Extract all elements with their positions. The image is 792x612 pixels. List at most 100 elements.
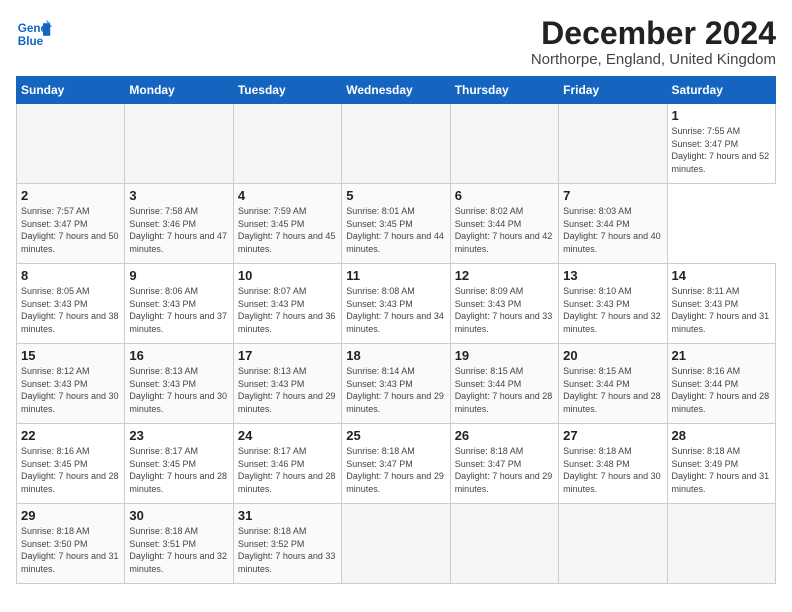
calendar-week-2: 8Sunrise: 8:05 AMSunset: 3:43 PMDaylight… — [17, 264, 776, 344]
day-number: 18 — [346, 348, 445, 363]
cell-info: Sunrise: 8:16 AMSunset: 3:45 PMDaylight:… — [21, 445, 120, 495]
day-cell-19: 19 Sunrise: 8:15 AMSunset: 3:44 PMDayligh… — [450, 344, 558, 424]
cell-info: Sunrise: 8:15 AMSunset: 3:44 PMDaylight:… — [455, 365, 554, 415]
day-cell-28: 28 Sunrise: 8:18 AMSunset: 3:49 PMDayligh… — [667, 424, 775, 504]
day-number: 2 — [21, 188, 120, 203]
cell-info: Sunrise: 8:10 AMSunset: 3:43 PMDaylight:… — [563, 285, 662, 335]
day-number: 22 — [21, 428, 120, 443]
logo-icon: General Blue — [16, 16, 52, 52]
cell-info: Sunrise: 8:18 AMSunset: 3:47 PMDaylight:… — [346, 445, 445, 495]
day-cell-14: 14 Sunrise: 8:11 AMSunset: 3:43 PMDayligh… — [667, 264, 775, 344]
day-cell-27: 27 Sunrise: 8:18 AMSunset: 3:48 PMDayligh… — [559, 424, 667, 504]
header: General Blue December 2024 Northorpe, En… — [16, 16, 776, 68]
day-cell-5: 5Sunrise: 8:01 AMSunset: 3:45 PMDaylight… — [342, 184, 450, 264]
day-number: 8 — [21, 268, 120, 283]
day-number: 29 — [21, 508, 120, 523]
empty-cell — [450, 104, 558, 184]
day-cell-20: 20 Sunrise: 8:15 AMSunset: 3:44 PMDayligh… — [559, 344, 667, 424]
location: Northorpe, England, United Kingdom — [531, 51, 776, 68]
cell-info: Sunrise: 8:11 AMSunset: 3:43 PMDaylight:… — [672, 285, 771, 335]
day-cell-30: 30Sunrise: 8:18 AMSunset: 3:51 PMDayligh… — [125, 504, 233, 584]
day-cell-31: 31 Sunrise: 8:18 AMSunset: 3:52 PMDayligh… — [233, 504, 341, 584]
day-header-monday: Monday — [125, 77, 233, 104]
day-number: 17 — [238, 348, 337, 363]
empty-cell — [342, 504, 450, 584]
calendar-week-0: 1Sunrise: 7:55 AMSunset: 3:47 PMDaylight… — [17, 104, 776, 184]
calendar-week-4: 22 Sunrise: 8:16 AMSunset: 3:45 PMDayligh… — [17, 424, 776, 504]
day-number: 10 — [238, 268, 337, 283]
cell-info: Sunrise: 8:07 AMSunset: 3:43 PMDaylight:… — [238, 285, 337, 335]
day-number: 1 — [672, 108, 771, 123]
cell-info: Sunrise: 7:59 AMSunset: 3:45 PMDaylight:… — [238, 205, 337, 255]
cell-info: Sunrise: 8:01 AMSunset: 3:45 PMDaylight:… — [346, 205, 445, 255]
calendar-week-3: 15 Sunrise: 8:12 AMSunset: 3:43 PMDayligh… — [17, 344, 776, 424]
day-number: 27 — [563, 428, 662, 443]
cell-info: Sunrise: 8:18 AMSunset: 3:47 PMDaylight:… — [455, 445, 554, 495]
day-number: 4 — [238, 188, 337, 203]
day-number: 23 — [129, 428, 228, 443]
cell-info: Sunrise: 8:17 AMSunset: 3:45 PMDaylight:… — [129, 445, 228, 495]
day-number: 31 — [238, 508, 337, 523]
logo: General Blue — [16, 16, 52, 52]
day-cell-22: 22 Sunrise: 8:16 AMSunset: 3:45 PMDayligh… — [17, 424, 125, 504]
day-cell-17: 17 Sunrise: 8:13 AMSunset: 3:43 PMDayligh… — [233, 344, 341, 424]
cell-info: Sunrise: 8:18 AMSunset: 3:48 PMDaylight:… — [563, 445, 662, 495]
cell-info: Sunrise: 8:18 AMSunset: 3:52 PMDaylight:… — [238, 525, 337, 575]
day-number: 19 — [455, 348, 554, 363]
day-number: 14 — [672, 268, 771, 283]
cell-info: Sunrise: 8:02 AMSunset: 3:44 PMDaylight:… — [455, 205, 554, 255]
empty-cell — [342, 104, 450, 184]
day-cell-21: 21Sunrise: 8:16 AMSunset: 3:44 PMDayligh… — [667, 344, 775, 424]
day-cell-26: 26 Sunrise: 8:18 AMSunset: 3:47 PMDayligh… — [450, 424, 558, 504]
day-number: 24 — [238, 428, 337, 443]
day-number: 15 — [21, 348, 120, 363]
day-number: 20 — [563, 348, 662, 363]
day-cell-15: 15 Sunrise: 8:12 AMSunset: 3:43 PMDayligh… — [17, 344, 125, 424]
day-cell-6: 6 Sunrise: 8:02 AMSunset: 3:44 PMDaylight… — [450, 184, 558, 264]
calendar-header-row: SundayMondayTuesdayWednesdayThursdayFrid… — [17, 77, 776, 104]
day-cell-3: 3Sunrise: 7:58 AMSunset: 3:46 PMDaylight… — [125, 184, 233, 264]
day-header-thursday: Thursday — [450, 77, 558, 104]
cell-info: Sunrise: 8:09 AMSunset: 3:43 PMDaylight:… — [455, 285, 554, 335]
day-number: 26 — [455, 428, 554, 443]
day-cell-2: 2 Sunrise: 7:57 AMSunset: 3:47 PMDaylight… — [17, 184, 125, 264]
cell-info: Sunrise: 8:15 AMSunset: 3:44 PMDaylight:… — [563, 365, 662, 415]
month-title: December 2024 — [531, 16, 776, 51]
day-number: 12 — [455, 268, 554, 283]
day-number: 3 — [129, 188, 228, 203]
cell-info: Sunrise: 8:16 AMSunset: 3:44 PMDaylight:… — [672, 365, 771, 415]
day-cell-18: 18 Sunrise: 8:14 AMSunset: 3:43 PMDayligh… — [342, 344, 450, 424]
calendar-week-5: 29Sunrise: 8:18 AMSunset: 3:50 PMDayligh… — [17, 504, 776, 584]
day-number: 6 — [455, 188, 554, 203]
cell-info: Sunrise: 8:14 AMSunset: 3:43 PMDaylight:… — [346, 365, 445, 415]
day-number: 13 — [563, 268, 662, 283]
day-header-tuesday: Tuesday — [233, 77, 341, 104]
empty-cell — [450, 504, 558, 584]
day-number: 30 — [129, 508, 228, 523]
empty-cell — [559, 504, 667, 584]
day-number: 9 — [129, 268, 228, 283]
day-header-saturday: Saturday — [667, 77, 775, 104]
cell-info: Sunrise: 8:18 AMSunset: 3:49 PMDaylight:… — [672, 445, 771, 495]
day-number: 25 — [346, 428, 445, 443]
empty-cell — [125, 104, 233, 184]
empty-cell — [559, 104, 667, 184]
day-number: 28 — [672, 428, 771, 443]
day-cell-25: 25 Sunrise: 8:18 AMSunset: 3:47 PMDayligh… — [342, 424, 450, 504]
cell-info: Sunrise: 8:17 AMSunset: 3:46 PMDaylight:… — [238, 445, 337, 495]
cell-info: Sunrise: 8:12 AMSunset: 3:43 PMDaylight:… — [21, 365, 120, 415]
day-cell-7: 7 Sunrise: 8:03 AMSunset: 3:44 PMDaylight… — [559, 184, 667, 264]
day-header-sunday: Sunday — [17, 77, 125, 104]
day-cell-10: 10 Sunrise: 8:07 AMSunset: 3:43 PMDayligh… — [233, 264, 341, 344]
calendar-body: 1Sunrise: 7:55 AMSunset: 3:47 PMDaylight… — [17, 104, 776, 584]
cell-info: Sunrise: 7:57 AMSunset: 3:47 PMDaylight:… — [21, 205, 120, 255]
day-cell-9: 9Sunrise: 8:06 AMSunset: 3:43 PMDaylight… — [125, 264, 233, 344]
empty-cell — [17, 104, 125, 184]
cell-info: Sunrise: 8:03 AMSunset: 3:44 PMDaylight:… — [563, 205, 662, 255]
day-header-friday: Friday — [559, 77, 667, 104]
cell-info: Sunrise: 8:13 AMSunset: 3:43 PMDaylight:… — [238, 365, 337, 415]
cell-info: Sunrise: 8:08 AMSunset: 3:43 PMDaylight:… — [346, 285, 445, 335]
cell-info: Sunrise: 8:13 AMSunset: 3:43 PMDaylight:… — [129, 365, 228, 415]
day-number: 11 — [346, 268, 445, 283]
day-number: 7 — [563, 188, 662, 203]
